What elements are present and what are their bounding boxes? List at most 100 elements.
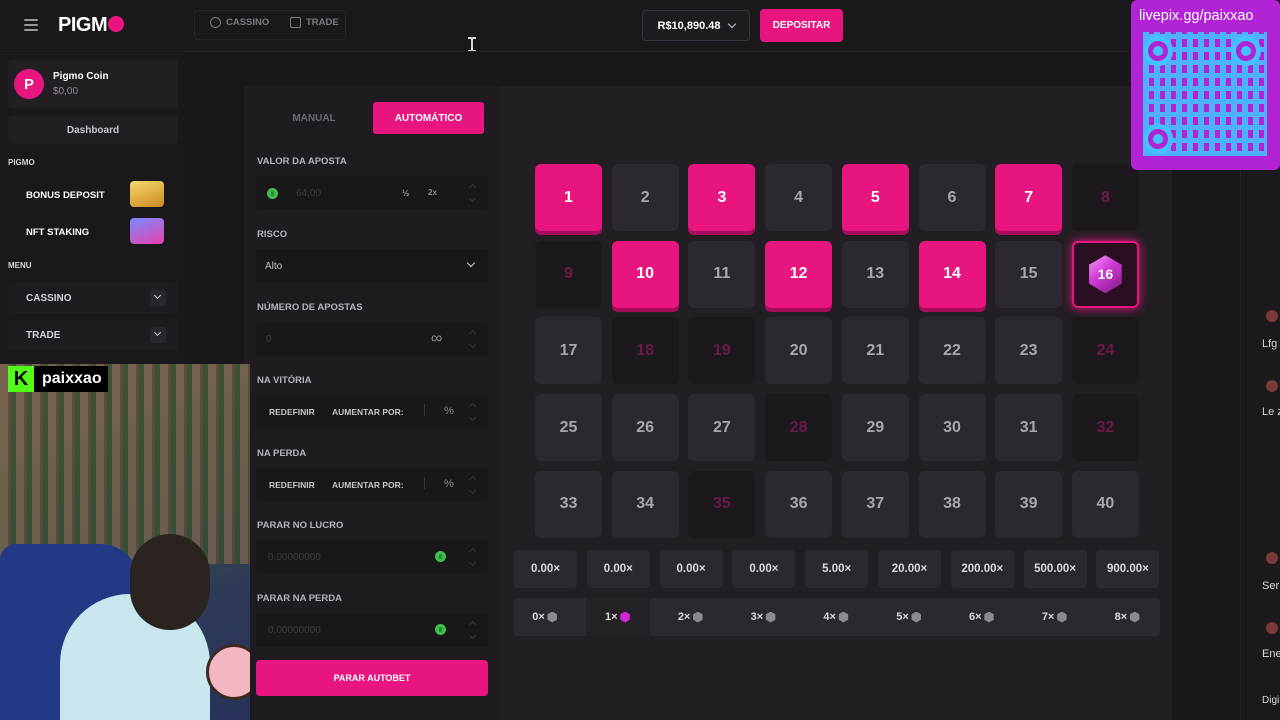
keno-tile-27[interactable]: 27 bbox=[688, 394, 756, 462]
keno-tile-9[interactable]: 9 bbox=[535, 240, 602, 308]
infinity-icon[interactable]: ∞ bbox=[431, 330, 442, 348]
nav-trade[interactable]: TRADE bbox=[290, 17, 339, 28]
keno-tile-10[interactable]: 10 bbox=[611, 240, 679, 308]
webcam-streamer-head bbox=[130, 534, 210, 630]
logo[interactable]: PIGM bbox=[58, 14, 125, 37]
keno-tile-37[interactable]: 37 bbox=[841, 470, 909, 538]
keno-tile-40[interactable]: 40 bbox=[1071, 470, 1139, 538]
keno-tile-36[interactable]: 36 bbox=[765, 470, 833, 538]
hit-count-5: 5× bbox=[877, 598, 941, 636]
keno-tile-25[interactable]: 25 bbox=[535, 394, 602, 462]
stop-autobet-button[interactable]: PARAR AUTOBET bbox=[256, 660, 488, 696]
on-win-input[interactable] bbox=[424, 404, 425, 416]
promo-bonus-label: BONUS DEPOSIT bbox=[26, 189, 105, 201]
chat-item: Ser bbox=[1262, 580, 1280, 592]
stepper-icon[interactable] bbox=[468, 619, 478, 641]
webcam-background bbox=[0, 364, 250, 564]
bet-amount-field[interactable]: 64,00 ½ 2x bbox=[256, 176, 488, 210]
keno-tile-7[interactable]: 7 bbox=[995, 164, 1063, 231]
keno-tile-39[interactable]: 39 bbox=[995, 470, 1063, 538]
num-bets-field[interactable]: 0 ∞ bbox=[256, 322, 488, 356]
livepix-url: livepix.gg/paixxao bbox=[1139, 8, 1254, 24]
keno-tile-29[interactable]: 29 bbox=[841, 394, 909, 462]
deposit-button[interactable]: DEPOSITAR bbox=[760, 9, 843, 42]
keno-tile-20[interactable]: 20 bbox=[765, 317, 833, 385]
stepper-icon[interactable] bbox=[468, 328, 478, 350]
keno-tile-30[interactable]: 30 bbox=[918, 394, 986, 462]
keno-tile-13[interactable]: 13 bbox=[841, 240, 909, 308]
sidebar-item-trade[interactable]: TRADE bbox=[8, 320, 178, 350]
nav-cassino[interactable]: CASSINO bbox=[210, 17, 269, 28]
keno-tile-38[interactable]: 38 bbox=[918, 470, 986, 538]
keno-tile-31[interactable]: 31 bbox=[995, 394, 1063, 462]
on-win-increase-button[interactable]: AUMENTAR POR: bbox=[332, 407, 404, 417]
half-button[interactable]: ½ bbox=[402, 188, 410, 198]
keno-tile-18[interactable]: 18 bbox=[611, 317, 679, 385]
keno-tile-26[interactable]: 26 bbox=[611, 394, 679, 462]
on-loss-reset-button[interactable]: REDEFINIR bbox=[269, 480, 315, 490]
stop-profit-value: 0,00000000 bbox=[268, 552, 321, 563]
webcam-overlay: K paixxao bbox=[0, 364, 250, 720]
sidebar-item-label: CASSINO bbox=[26, 293, 72, 304]
keno-tile-19[interactable]: 19 bbox=[688, 317, 756, 385]
tab-automatico[interactable]: AUTOMÁTICO bbox=[373, 102, 484, 134]
keno-tile-8[interactable]: 8 bbox=[1071, 164, 1139, 231]
stop-profit-field[interactable]: 0,00000000 bbox=[256, 540, 488, 574]
qr-eye-icon bbox=[1143, 124, 1173, 154]
hit-count-2: 2× bbox=[659, 598, 723, 636]
stop-loss-field[interactable]: 0,00000000 bbox=[256, 613, 488, 647]
top-bar: PIGM CASSINO TRADE R$10,890.48 DEPOSITAR bbox=[0, 0, 1280, 52]
num-bets-value: 0 bbox=[266, 334, 272, 345]
balance-selector[interactable]: R$10,890.48 bbox=[642, 10, 750, 41]
keno-tile-28[interactable]: 28 bbox=[765, 394, 833, 462]
tab-manual[interactable]: MANUAL bbox=[256, 102, 372, 134]
livepix-qr-overlay: livepix.gg/paixxao bbox=[1131, 0, 1280, 170]
keno-tile-21[interactable]: 21 bbox=[841, 317, 909, 385]
hit-count-label: 5× bbox=[896, 611, 909, 623]
stepper-icon[interactable] bbox=[468, 546, 478, 568]
keno-tile-17[interactable]: 17 bbox=[535, 317, 602, 385]
stepper-icon[interactable] bbox=[468, 182, 478, 204]
stop-loss-value: 0,00000000 bbox=[268, 625, 321, 636]
keno-tile-33[interactable]: 33 bbox=[535, 470, 602, 538]
risk-select[interactable]: Alto bbox=[256, 249, 488, 283]
hit-count-label: 0× bbox=[532, 611, 545, 623]
double-button[interactable]: 2x bbox=[428, 188, 437, 197]
keno-tile-22[interactable]: 22 bbox=[918, 317, 986, 385]
hit-count-label: 6× bbox=[969, 611, 982, 623]
on-loss-input[interactable] bbox=[424, 477, 425, 489]
keno-tile-4[interactable]: 4 bbox=[765, 164, 833, 231]
keno-tile-23[interactable]: 23 bbox=[995, 317, 1063, 385]
keno-tile-34[interactable]: 34 bbox=[611, 470, 679, 538]
keno-tile-1[interactable]: 1 bbox=[535, 164, 602, 231]
sidebar-item-label: TRADE bbox=[26, 330, 61, 341]
pigmo-coin-card[interactable]: P Pigmo Coin $0,00 bbox=[8, 60, 178, 108]
sidebar-item-cassino[interactable]: CASSINO bbox=[8, 283, 178, 313]
keno-tile-16[interactable]: 16 bbox=[1071, 240, 1139, 308]
promo-bonus-deposit[interactable]: BONUS DEPOSIT bbox=[8, 179, 178, 211]
percent-label: % bbox=[444, 478, 454, 490]
expand-button[interactable] bbox=[150, 290, 166, 306]
keno-tile-12[interactable]: 12 bbox=[765, 240, 833, 308]
keno-tile-6[interactable]: 6 bbox=[918, 164, 986, 231]
menu-icon[interactable] bbox=[24, 19, 38, 31]
promo-nft-staking[interactable]: NFT STAKING bbox=[8, 216, 178, 248]
keno-tile-2[interactable]: 2 bbox=[611, 164, 679, 231]
keno-tile-11[interactable]: 11 bbox=[688, 240, 756, 308]
keno-tile-15[interactable]: 15 bbox=[995, 240, 1063, 308]
hit-count-label: 4× bbox=[823, 611, 836, 623]
keno-tile-35[interactable]: 35 bbox=[688, 470, 756, 538]
keno-tile-14[interactable]: 14 bbox=[918, 240, 986, 308]
chat-avatar bbox=[1266, 552, 1278, 564]
on-win-reset-button[interactable]: REDEFINIR bbox=[269, 407, 315, 417]
keno-tile-5[interactable]: 5 bbox=[841, 164, 909, 231]
keno-tile-3[interactable]: 3 bbox=[688, 164, 756, 231]
gem-icon bbox=[765, 611, 776, 623]
keno-tile-32[interactable]: 32 bbox=[1071, 394, 1139, 462]
stepper-icon[interactable] bbox=[468, 474, 478, 496]
dashboard-button[interactable]: Dashboard bbox=[8, 116, 178, 144]
stepper-icon[interactable] bbox=[468, 401, 478, 423]
expand-button[interactable] bbox=[150, 327, 166, 343]
keno-tile-24[interactable]: 24 bbox=[1071, 317, 1139, 385]
on-loss-increase-button[interactable]: AUMENTAR POR: bbox=[332, 480, 404, 490]
